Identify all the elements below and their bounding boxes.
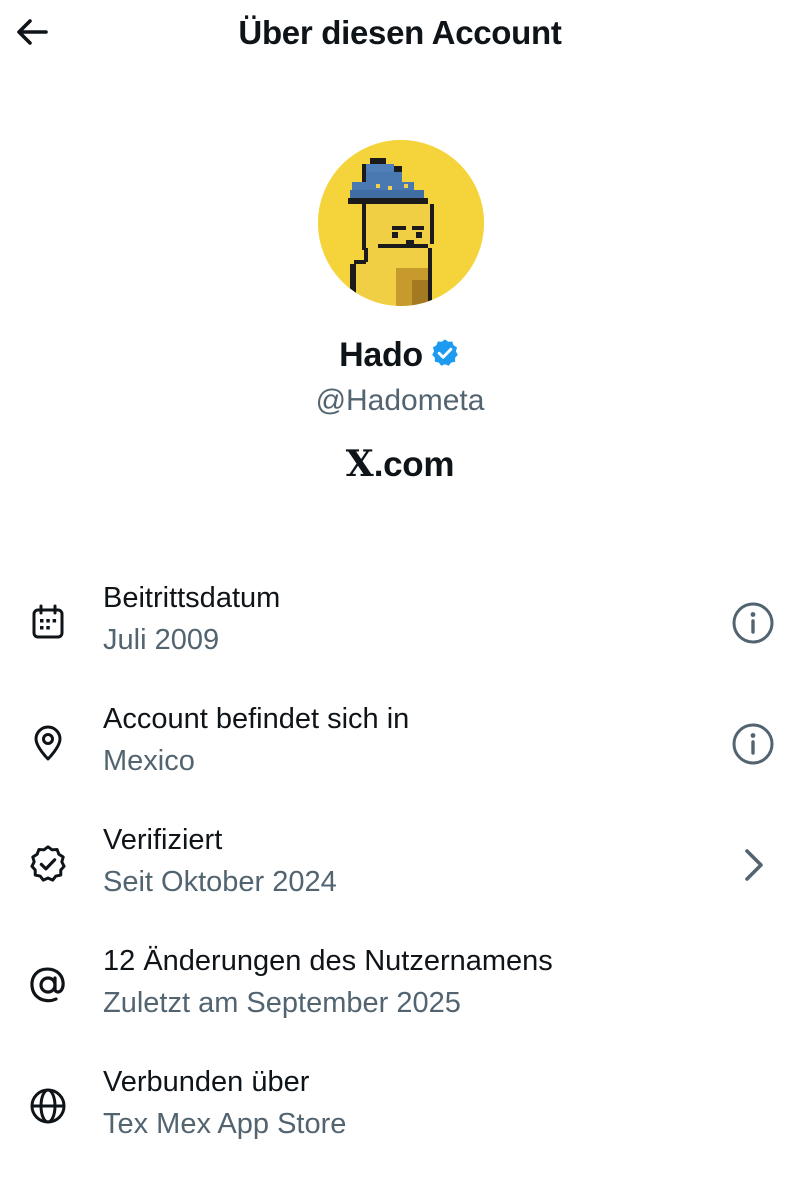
detail-title: Verifiziert <box>103 824 223 856</box>
detail-subtitle: Mexico <box>103 745 195 777</box>
user-handle: @Hadometa <box>315 384 485 417</box>
info-icon[interactable] <box>728 598 778 648</box>
detail-row-join-date[interactable]: Beitrittsdatum Juli 2009 <box>0 578 800 699</box>
verified-badge-icon <box>429 337 461 374</box>
detail-row-username-changes[interactable]: 12 Änderungen des Nutzernamens Zuletzt a… <box>0 941 800 1062</box>
verified-check-icon <box>26 842 70 886</box>
globe-icon <box>26 1084 70 1128</box>
detail-title: Beitrittsdatum <box>103 582 281 614</box>
website-link[interactable]: X .com <box>0 446 800 482</box>
site-domain: .com <box>373 444 455 484</box>
avatar[interactable] <box>318 140 484 306</box>
detail-subtitle: Zuletzt am September 2025 <box>103 987 461 1019</box>
detail-row-connected-via[interactable]: Verbunden über Tex Mex App Store <box>0 1062 800 1183</box>
x-logo-icon: X <box>345 443 374 485</box>
page-title: Über diesen Account <box>238 14 562 51</box>
avatar-image <box>318 140 484 306</box>
detail-title: 12 Änderungen des Nutzernamens <box>103 945 553 977</box>
location-pin-icon <box>26 721 70 765</box>
detail-subtitle: Juli 2009 <box>103 624 220 656</box>
at-sign-icon <box>26 963 70 1007</box>
display-name: Hado <box>339 336 423 374</box>
account-details-list: Beitrittsdatum Juli 2009 Account befinde… <box>0 578 800 1183</box>
name-row: Hado <box>0 336 800 375</box>
detail-title: Verbunden über <box>103 1066 310 1098</box>
info-icon[interactable] <box>728 719 778 769</box>
chevron-right-icon[interactable] <box>728 840 778 890</box>
calendar-icon <box>26 600 70 644</box>
detail-row-location[interactable]: Account befindet sich in Mexico <box>0 699 800 820</box>
detail-title: Account befindet sich in <box>103 703 410 735</box>
header-bar: Über diesen Account <box>0 0 800 74</box>
detail-subtitle: Tex Mex App Store <box>103 1108 347 1140</box>
detail-subtitle: Seit Oktober 2024 <box>103 866 337 898</box>
detail-row-verified[interactable]: Verifiziert Seit Oktober 2024 <box>0 820 800 941</box>
